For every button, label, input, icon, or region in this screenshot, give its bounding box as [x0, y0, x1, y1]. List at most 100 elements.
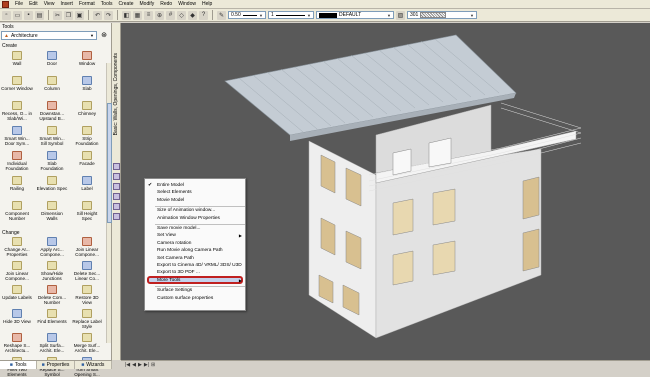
menu-modify[interactable]: Modify: [137, 1, 158, 7]
next-page-icon[interactable]: ▶: [138, 362, 142, 368]
wireframe-icon[interactable]: ◇: [177, 10, 186, 20]
menu-item-movie-model[interactable]: Movie Model: [157, 198, 184, 203]
layer-select[interactable]: 301 ▼: [407, 11, 477, 19]
tool-slab-foundation[interactable]: Slab Foundation: [36, 151, 68, 171]
tab-icon-6[interactable]: [113, 213, 120, 220]
menu-create[interactable]: Create: [115, 1, 136, 7]
tool-smart-win-sill-symbol[interactable]: Smart Win... Sill Symbol: [36, 126, 68, 146]
copy-icon[interactable]: ❐: [64, 10, 73, 20]
tool-split-surfa-archit-ele[interactable]: Split Surfa... Archit. Ele...: [36, 333, 68, 353]
layer-icon[interactable]: ≡: [144, 10, 153, 20]
tool-apply-arc-compone[interactable]: Apply Arc... Compone...: [36, 237, 68, 257]
tool-label[interactable]: Label: [71, 176, 103, 191]
menu-item-set-camera-path[interactable]: Set Camera Path: [157, 256, 194, 261]
menu-item-custom-surface-properties[interactable]: Custom surface properties: [157, 296, 213, 301]
tool-update-labels[interactable]: Update Labels: [1, 285, 33, 300]
tab-icon-2[interactable]: [113, 173, 120, 180]
line-weight-select[interactable]: 0.50 ▼: [228, 11, 266, 19]
tool-change-ar-properties[interactable]: Change Ar... Properties: [1, 237, 33, 257]
tool-replace-label-style[interactable]: Replace Label Style: [71, 309, 103, 329]
tab-tools[interactable]: ■ Tools: [0, 361, 38, 369]
tab-basic-walls[interactable]: Basic: Walls, Openings, Components: [113, 53, 120, 135]
binoculars-icon[interactable]: ⊛: [99, 31, 109, 40]
tool-railing[interactable]: Railing: [1, 176, 33, 191]
tool-reshape-s-architectu[interactable]: Reshape S... Architectu...: [1, 333, 33, 353]
tool-door[interactable]: Door: [36, 51, 68, 66]
tool-elevation-spec[interactable]: Elevation Spec: [36, 176, 68, 191]
line-style-select[interactable]: DEFAULT ▼: [316, 11, 394, 19]
help-icon[interactable]: ?: [199, 10, 208, 20]
tool-hide-3d-view[interactable]: Hide 3D View: [1, 309, 33, 324]
window-icon[interactable]: ▦: [133, 10, 142, 20]
view-icon[interactable]: ◧: [122, 10, 131, 20]
tool-restore-3d-view[interactable]: Restore 3D View: [71, 285, 103, 305]
menu-help[interactable]: Help: [199, 1, 215, 7]
menu-item-camera-rotation[interactable]: Camera rotation: [157, 241, 191, 246]
tool-dimension-walls[interactable]: Dimension Walls: [36, 201, 68, 221]
menu-item-set-view[interactable]: Set View: [157, 233, 176, 238]
print-icon[interactable]: ▤: [35, 10, 44, 20]
last-page-icon[interactable]: ▶|: [144, 362, 149, 368]
tool-join-linear-compone[interactable]: Join Linear Compone...: [71, 237, 103, 257]
menu-item-save-movie-model[interactable]: Save movie model...: [157, 226, 200, 231]
redo-icon[interactable]: ↷: [104, 10, 113, 20]
menu-item-more-tools[interactable]: More Tools: [157, 278, 180, 283]
tool-join-linear-compone[interactable]: Join Linear Compone...: [1, 261, 33, 281]
menu-edit[interactable]: Edit: [26, 1, 41, 7]
tool-sill-height-spec[interactable]: Sill Height Spec: [71, 201, 103, 221]
tool-recess-o-in-slab-wi[interactable]: Recess, O... in Slab/Wi...: [1, 101, 33, 121]
fit-view-icon[interactable]: ⊞: [151, 362, 155, 368]
menu-item-run-movie-along-camera-path[interactable]: Run Movie along Camera Path: [157, 248, 223, 253]
undo-icon[interactable]: ↶: [93, 10, 102, 20]
tab-icon-3[interactable]: [113, 183, 120, 190]
menu-item-select-elements[interactable]: Select Elements: [157, 190, 192, 195]
open-icon[interactable]: ▭: [13, 10, 22, 20]
tool-component-number[interactable]: Component Number: [1, 201, 33, 221]
menu-format[interactable]: Format: [76, 1, 98, 7]
first-page-icon[interactable]: |◀: [125, 362, 130, 368]
snap-icon[interactable]: ⊕: [155, 10, 164, 20]
tool-downstan-upstand-b[interactable]: Downstan... Upstand B...: [36, 101, 68, 121]
tool-corner-window[interactable]: Corner Window: [1, 76, 33, 91]
tool-facade[interactable]: Facade: [71, 151, 103, 166]
menu-item-entire-model[interactable]: Entire Model: [157, 183, 184, 188]
tab-icon-5[interactable]: [113, 203, 120, 210]
menu-view[interactable]: View: [41, 1, 58, 7]
category-select[interactable]: ▲ Architecture ▼: [1, 31, 97, 40]
app-icon[interactable]: [2, 0, 9, 8]
tab-icon-1[interactable]: [113, 163, 120, 170]
tab-icon-4[interactable]: [113, 193, 120, 200]
menu-window[interactable]: Window: [175, 1, 199, 7]
save-icon[interactable]: ▪: [24, 10, 33, 20]
prev-page-icon[interactable]: ◀: [132, 362, 136, 368]
tool-individual-foundation[interactable]: Individual Foundation: [1, 151, 33, 171]
tool-slab[interactable]: Slab: [71, 76, 103, 91]
paste-icon[interactable]: ▣: [75, 10, 84, 20]
tool-chimney[interactable]: Chimney: [71, 101, 103, 116]
menu-item-export-to-3d-pdf[interactable]: Export to 3D PDF ...: [157, 270, 200, 275]
tool-column[interactable]: Column: [36, 76, 68, 91]
menu-tools[interactable]: Tools: [98, 1, 116, 7]
render-icon[interactable]: ◆: [188, 10, 197, 20]
tool-smart-win-door-sym[interactable]: Smart Win... Door Sym...: [1, 126, 33, 146]
tool-wall[interactable]: Wall: [1, 51, 33, 66]
menu-item-export-to-cinema-4d-vrml-3ds-u3d[interactable]: Export to Cinema 4D/ VRML/ 3DS/ U3D: [157, 263, 242, 268]
tab-properties[interactable]: ■ Properties: [37, 361, 75, 369]
hatch-icon[interactable]: ▨: [396, 10, 405, 20]
pen-icon[interactable]: ✎: [217, 10, 226, 20]
palette-scrollbar[interactable]: [106, 63, 112, 343]
menu-item-animation-window-properties[interactable]: Animation Window Properties: [157, 216, 220, 221]
tool-merge-surf-archit-ele[interactable]: Merge Surf... Archit. Ele...: [71, 333, 103, 353]
tool-find-elements[interactable]: Find Elements: [36, 309, 68, 324]
menu-item-surface-settings[interactable]: Surface Settings: [157, 288, 192, 293]
tool-strip-foundation[interactable]: Strip Foundation: [71, 126, 103, 146]
grid-icon[interactable]: #: [166, 10, 175, 20]
menu-insert[interactable]: Insert: [57, 1, 76, 7]
pen-select[interactable]: 1 ▼: [268, 11, 314, 19]
menu-redo[interactable]: Redo: [157, 1, 175, 7]
tool-show-hide-junctions[interactable]: Show/Hide Junctions: [36, 261, 68, 281]
tool-delete-sec-linear-co[interactable]: Delete Sec... Linear Co...: [71, 261, 103, 281]
tab-wizards[interactable]: ■ Wizards: [75, 361, 112, 369]
tool-delete-com-number[interactable]: Delete Com... Number: [36, 285, 68, 305]
tool-window[interactable]: Window: [71, 51, 103, 66]
